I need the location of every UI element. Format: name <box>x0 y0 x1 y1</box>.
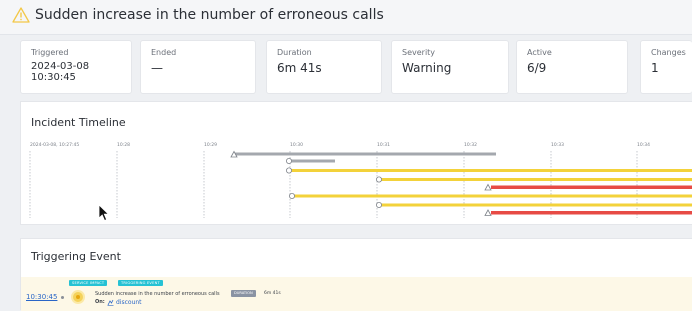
trigger-event-row[interactable]: SERVICE IMPACT TRIGGERING EVENT 10:30:45… <box>21 277 692 311</box>
event-bar[interactable] <box>293 194 692 198</box>
stat-card-changes: Changes 1 <box>640 40 692 94</box>
timeline-event-row[interactable] <box>375 176 692 183</box>
tick-label: 10:28 <box>117 142 130 148</box>
service-impact-badge: SERVICE IMPACT <box>69 280 108 286</box>
duration-value: 6m 41s <box>264 291 281 296</box>
event-bar[interactable] <box>291 159 335 163</box>
stat-value-time: 10:30:45 <box>31 72 76 83</box>
incident-header: Sudden increase in the number of erroneo… <box>0 0 692 35</box>
stat-card-duration: Duration 6m 41s <box>266 40 382 94</box>
stat-value: — <box>151 61 163 75</box>
tick-label: 10:31 <box>377 142 390 148</box>
service-icon <box>107 299 114 306</box>
duration-badge: DURATION <box>231 290 256 297</box>
tick-label: 10:33 <box>551 142 564 148</box>
triangle-marker-icon[interactable] <box>484 209 492 216</box>
timeline-event-row[interactable] <box>288 193 692 200</box>
timeline-event-row[interactable] <box>375 202 692 209</box>
stat-card-ended: Ended — <box>140 40 256 94</box>
stat-value: 2024-03-08 10:30:45 <box>31 61 89 83</box>
warning-triangle-icon <box>12 7 30 23</box>
timeline-events <box>230 150 692 216</box>
trigger-title: Triggering Event <box>31 250 121 263</box>
stat-card-triggered: Triggered 2024-03-08 10:30:45 <box>20 40 132 94</box>
entity-link-discount[interactable]: discount <box>116 299 142 306</box>
event-bar[interactable] <box>491 185 692 190</box>
stat-value: 1 <box>651 61 659 75</box>
stat-label: Duration <box>277 48 312 57</box>
timeline-axis: 2024-03-08, 10:27:45 10:28 10:29 10:30 1… <box>30 142 650 148</box>
triggering-event-panel: Triggering Event SERVICE IMPACT TRIGGERI… <box>20 238 692 311</box>
event-bar[interactable] <box>491 211 692 215</box>
tick-label: 10:32 <box>464 142 477 148</box>
event-severity-icon <box>71 290 85 304</box>
incident-timeline-panel: Incident Timeline 2024-03-08, 10:27:45 1… <box>20 101 692 225</box>
stat-card-active: Active 6/9 <box>516 40 628 94</box>
tick-label: 10:34 <box>637 142 650 148</box>
event-description: Sudden increase in the number of erroneo… <box>95 291 220 297</box>
mouse-cursor-icon <box>98 204 110 222</box>
stat-card-severity: Severity Warning <box>391 40 509 94</box>
stat-label: Changes <box>651 48 686 57</box>
clock-marker-icon[interactable] <box>375 202 382 209</box>
clock-marker-icon[interactable] <box>288 193 295 200</box>
clock-marker-icon[interactable] <box>375 176 382 183</box>
triangle-marker-icon[interactable] <box>484 183 492 191</box>
event-bar[interactable] <box>381 178 692 181</box>
clock-marker-icon[interactable] <box>285 158 292 165</box>
on-label: On: <box>95 299 105 305</box>
stat-label: Triggered <box>31 48 69 57</box>
event-bar[interactable] <box>381 203 692 207</box>
timeline-event-row[interactable] <box>285 158 335 165</box>
triggering-event-badge: TRIGGERING EVENT <box>118 280 163 286</box>
stat-value: 6m 41s <box>277 61 322 75</box>
separator-dot <box>61 296 64 299</box>
timeline-event-row[interactable] <box>285 167 692 174</box>
timeline-event-row[interactable] <box>484 209 692 216</box>
timeline-event-row[interactable] <box>230 150 496 158</box>
stat-label: Severity <box>402 48 436 57</box>
stat-label: Active <box>527 48 552 57</box>
stat-value: Warning <box>402 61 452 75</box>
timeline-event-row[interactable] <box>484 183 692 191</box>
trigger-time-link[interactable]: 10:30:45 <box>26 293 57 301</box>
stat-value: 6/9 <box>527 61 547 75</box>
timeline-chart: 2024-03-08, 10:27:45 10:28 10:29 10:30 1… <box>29 142 692 218</box>
stat-value-date: 2024-03-08 <box>31 61 90 72</box>
stat-label: Ended <box>151 48 177 57</box>
event-bar[interactable] <box>291 169 692 172</box>
tick-label: 2024-03-08, 10:27:45 <box>30 142 79 148</box>
diamond-marker-icon[interactable] <box>285 167 292 174</box>
event-bar[interactable] <box>235 152 496 156</box>
tick-label: 10:29 <box>204 142 217 148</box>
incident-title: Sudden increase in the number of erroneo… <box>35 7 384 23</box>
tick-label: 10:30 <box>290 142 303 148</box>
